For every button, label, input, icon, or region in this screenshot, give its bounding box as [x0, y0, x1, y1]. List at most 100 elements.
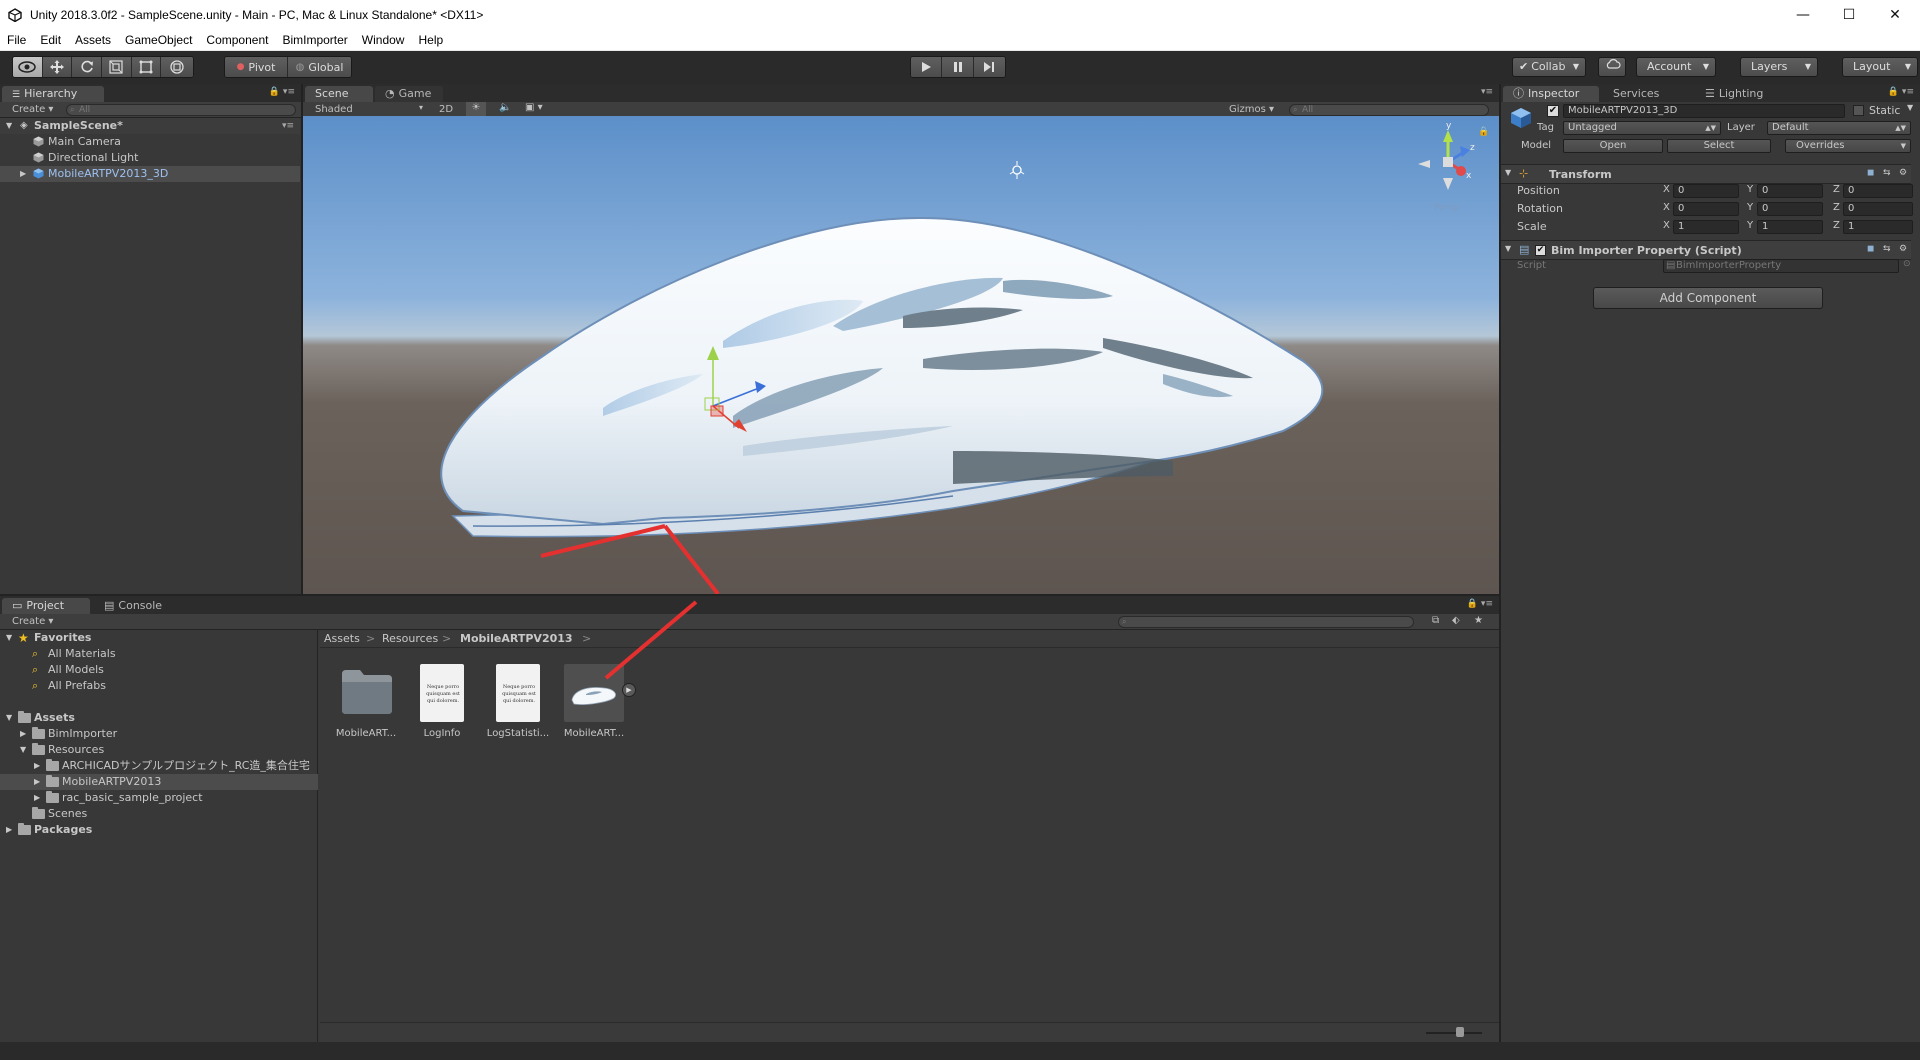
tree-item-mobileartpv2013[interactable]: ▶ MobileARTPV2013 — [0, 774, 318, 790]
menu-window[interactable]: Window — [355, 30, 412, 50]
tree-item-resources[interactable]: ▼ Resources — [0, 742, 318, 758]
minimize-button[interactable]: — — [1780, 0, 1826, 30]
collab-dropdown[interactable]: ✔ Collab ▼ — [1512, 57, 1586, 77]
rotation-x-field[interactable]: 0 — [1673, 202, 1739, 216]
tag-dropdown[interactable]: Untagged ▲▼ — [1563, 121, 1721, 135]
breadcrumb-resources[interactable]: Resources — [382, 632, 438, 645]
static-dropdown-icon[interactable]: ▼ — [1907, 103, 1913, 112]
breadcrumb-assets[interactable]: Assets — [324, 632, 360, 645]
rotate-tool-button[interactable] — [72, 57, 103, 77]
close-button[interactable]: ✕ — [1872, 0, 1918, 30]
layout-dropdown[interactable]: Layout ▼ — [1842, 57, 1918, 77]
favorite-all-models[interactable]: ⌕ All Models — [0, 662, 318, 678]
tab-hierarchy[interactable]: ☰ Hierarchy — [2, 86, 104, 102]
assets-root-row[interactable]: ▼ Assets — [0, 710, 318, 726]
tree-item-scenes[interactable]: Scenes — [0, 806, 318, 822]
gear-icon[interactable]: ⚙ — [1899, 244, 1907, 254]
pivot-button[interactable]: ● Pivot — [225, 57, 289, 77]
tab-game[interactable]: ◔ Game — [375, 86, 443, 102]
breadcrumb-mobileartpv2013[interactable]: MobileARTPV2013 — [460, 632, 573, 645]
tab-console[interactable]: ▤ Console — [94, 598, 180, 614]
transform-tool-button[interactable] — [161, 57, 193, 77]
hierarchy-item-directional-light[interactable]: Directional Light — [0, 150, 300, 166]
tree-item-rac-basic-sample[interactable]: ▶ rac_basic_sample_project — [0, 790, 318, 806]
filter-by-label-icon[interactable]: ⬖ — [1452, 615, 1460, 626]
scene-lock-icon[interactable]: 🔒 — [1478, 126, 1489, 137]
static-checkbox[interactable] — [1853, 105, 1864, 116]
create-dropdown[interactable]: Create ▾ — [12, 104, 53, 115]
overrides-dropdown[interactable]: Overrides ▼ — [1785, 139, 1911, 153]
directional-light-gizmo[interactable] — [1009, 161, 1025, 179]
rotation-y-field[interactable]: 0 — [1757, 202, 1823, 216]
bim-importer-component-header[interactable]: ▼ ▤ ✔ Bim Importer Property (Script) ◼ ⇆… — [1501, 240, 1911, 260]
menu-component[interactable]: Component — [199, 30, 275, 50]
pause-button[interactable] — [942, 57, 974, 77]
favorite-all-prefabs[interactable]: ⌕ All Prefabs — [0, 678, 318, 694]
scale-y-field[interactable]: 1 — [1757, 220, 1823, 234]
asset-loginfo[interactable]: Neque porro quisquam est qui dolorem. Lo… — [402, 660, 482, 740]
panel-menu-icon[interactable]: 🔒 ▾≡ — [269, 87, 295, 97]
help-book-icon[interactable]: ◼ — [1867, 168, 1874, 178]
gizmos-dropdown[interactable]: Gizmos ▾ — [1229, 104, 1274, 115]
hierarchy-item-mobileartpv2013[interactable]: ▶ MobileARTPV2013_3D — [0, 166, 300, 182]
menu-assets[interactable]: Assets — [68, 30, 118, 50]
step-button[interactable] — [973, 57, 1005, 77]
play-button[interactable] — [911, 57, 943, 77]
menu-gameobject[interactable]: GameObject — [118, 30, 199, 50]
transform-header[interactable]: ▼ ⊹ Transform ◼ ⇆ ⚙ — [1501, 164, 1911, 184]
expand-icon[interactable]: ▶ — [20, 166, 26, 182]
panel-menu-icon[interactable]: 🔒 ▾≡ — [1467, 599, 1493, 609]
model-select-button[interactable]: Select — [1667, 139, 1771, 153]
panel-menu-icon[interactable]: 🔒 ▾≡ — [1888, 87, 1914, 97]
account-dropdown[interactable]: Account ▼ — [1636, 57, 1716, 77]
tree-item-bimimporter[interactable]: ▶ BimImporter — [0, 726, 318, 742]
tab-services[interactable]: Services — [1603, 86, 1689, 102]
scale-z-field[interactable]: 1 — [1843, 220, 1913, 234]
rect-tool-button[interactable] — [131, 57, 162, 77]
model-open-button[interactable]: Open — [1563, 139, 1663, 153]
project-search-input[interactable]: ⌕ — [1118, 616, 1414, 628]
packages-root-row[interactable]: ▶ Packages — [0, 822, 318, 838]
scene-orientation-gizmo[interactable]: y z x Persp — [1418, 121, 1475, 213]
layers-dropdown[interactable]: Layers ▼ — [1740, 57, 1818, 77]
shading-mode-dropdown[interactable]: Shaded — [315, 104, 353, 115]
asset-logstatistics[interactable]: Neque porro quisquam est qui dolorem. Lo… — [478, 660, 558, 740]
tab-project[interactable]: ▭ Project — [2, 598, 90, 614]
hierarchy-item-main-camera[interactable]: Main Camera — [0, 134, 300, 150]
create-dropdown[interactable]: Create ▾ — [12, 616, 53, 627]
rotation-z-field[interactable]: 0 — [1843, 202, 1913, 216]
scene-menu-icon[interactable]: ▾≡ — [282, 118, 294, 134]
hierarchy-search-input[interactable]: ⌕ All — [66, 104, 296, 116]
scale-tool-button[interactable] — [102, 57, 132, 77]
menu-edit[interactable]: Edit — [33, 30, 68, 50]
object-name-field[interactable]: MobileARTPV2013_3D — [1563, 104, 1845, 118]
position-z-field[interactable]: 0 — [1843, 184, 1913, 198]
effects-dropdown[interactable]: ▣ ▾ — [525, 102, 543, 113]
layer-dropdown[interactable]: Default ▲▼ — [1767, 121, 1911, 135]
icon-size-slider-track[interactable] — [1426, 1032, 1482, 1034]
icon-size-slider-thumb[interactable] — [1456, 1027, 1464, 1037]
favorite-all-materials[interactable]: ⌕ All Materials — [0, 646, 318, 662]
scene-search-input[interactable]: ⌕ All — [1289, 104, 1489, 116]
menu-file[interactable]: File — [0, 30, 33, 50]
position-x-field[interactable]: 0 — [1673, 184, 1739, 198]
preset-icon[interactable]: ⇆ — [1883, 168, 1891, 178]
asset-mobileart-folder[interactable]: MobileART... — [326, 660, 406, 740]
favorites-row[interactable]: ▼ ★ Favorites — [0, 630, 318, 646]
move-tool-button[interactable] — [42, 57, 73, 77]
add-component-button[interactable]: Add Component — [1593, 287, 1823, 309]
audio-toggle[interactable]: 🔈 — [499, 102, 511, 113]
menu-help[interactable]: Help — [411, 30, 450, 50]
menu-bimimporter[interactable]: BimImporter — [275, 30, 354, 50]
scale-x-field[interactable]: 1 — [1673, 220, 1739, 234]
panel-menu-icon[interactable]: ▾≡ — [1481, 87, 1493, 97]
filter-by-type-icon[interactable]: ⧉ — [1432, 615, 1439, 626]
component-enabled-checkbox[interactable]: ✔ — [1535, 245, 1546, 256]
maximize-button[interactable]: ☐ — [1826, 0, 1872, 30]
gear-icon[interactable]: ⚙ — [1899, 168, 1907, 178]
preset-icon[interactable]: ⇆ — [1883, 244, 1891, 254]
scene-viewport[interactable]: y z x Persp 🔒 — [303, 116, 1499, 594]
help-book-icon[interactable]: ◼ — [1867, 244, 1874, 254]
cloud-button[interactable] — [1598, 57, 1626, 77]
tab-inspector[interactable]: ⓘ Inspector — [1503, 86, 1599, 102]
